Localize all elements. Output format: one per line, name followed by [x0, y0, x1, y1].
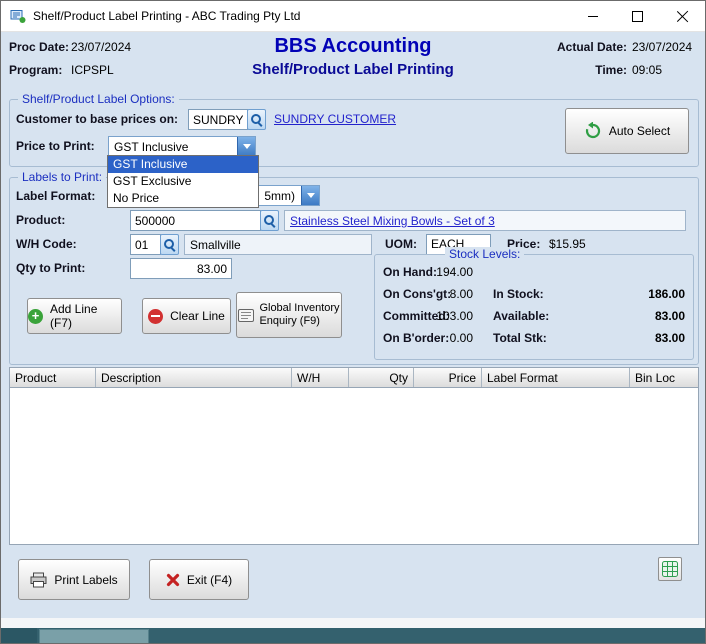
column-header-wh: W/H	[292, 368, 349, 387]
print-labels-label: Print Labels	[54, 573, 117, 587]
minimize-icon	[588, 16, 598, 17]
product-name-box: Stainless Steel Mixing Bowls - Set of 3	[284, 210, 686, 231]
column-header-price: Price	[414, 368, 482, 387]
exit-button[interactable]: Exit (F4)	[149, 559, 249, 600]
in-stock-value: 186.00	[613, 287, 685, 301]
price-option-no-price[interactable]: No Price	[108, 190, 258, 207]
stock-levels-group: Stock Levels: On Hand: 194.00 On Cons'gt…	[374, 254, 694, 360]
price-combo-arrow-button[interactable]	[237, 137, 255, 156]
title-bar: Shelf/Product Label Printing - ABC Tradi…	[1, 1, 705, 32]
search-icon	[250, 113, 263, 126]
time-value: 09:05	[632, 63, 662, 77]
chevron-down-icon	[307, 193, 315, 198]
qty-to-print-input[interactable]	[130, 258, 232, 279]
committed-value: 103.00	[415, 309, 473, 323]
product-label: Product:	[16, 213, 65, 227]
app-window: Shelf/Product Label Printing - ABC Tradi…	[0, 0, 706, 644]
printer-icon	[30, 572, 47, 588]
price-dropdown-list: GST Inclusive GST Exclusive No Price	[107, 155, 259, 208]
column-header-bin-loc: Bin Loc	[630, 368, 698, 387]
global-inventory-label-line2: Enquiry (F9)	[259, 315, 339, 328]
window-title: Shelf/Product Label Printing - ABC Tradi…	[33, 9, 300, 23]
price-to-print-value: GST Inclusive	[114, 140, 188, 154]
customer-code-input[interactable]	[188, 109, 248, 130]
excel-export-button[interactable]	[658, 557, 682, 581]
lines-table-header: Product Description W/H Qty Price Label …	[9, 367, 699, 388]
actual-date-label: Actual Date:	[541, 40, 627, 54]
wh-lookup-button[interactable]	[160, 234, 179, 255]
in-stock-label: In Stock:	[493, 287, 544, 301]
product-lookup-button[interactable]	[260, 210, 279, 231]
customer-name-link[interactable]: SUNDRY CUSTOMER	[274, 112, 396, 126]
price-to-print-label: Price to Print:	[16, 139, 95, 153]
global-inventory-label: Global Inventory Enquiry (F9)	[259, 302, 339, 328]
label-format-combo-arrow-button[interactable]	[301, 186, 319, 205]
auto-select-icon	[584, 122, 602, 140]
price-to-print-combo[interactable]: GST Inclusive	[108, 136, 256, 157]
available-label: Available:	[493, 309, 549, 323]
options-group-title: Shelf/Product Label Options:	[18, 92, 179, 106]
search-icon	[263, 214, 276, 227]
total-stk-label: Total Stk:	[493, 331, 547, 345]
product-name-link[interactable]: Stainless Steel Mixing Bowls - Set of 3	[290, 214, 495, 228]
auto-select-label: Auto Select	[609, 124, 670, 138]
window-controls	[570, 1, 705, 31]
add-line-button[interactable]: + Add Line (F7)	[27, 298, 122, 334]
on-hand-value: 194.00	[415, 265, 473, 279]
taskbar-start-area[interactable]	[1, 628, 37, 644]
time-label: Time:	[541, 63, 627, 77]
app-icon	[10, 8, 26, 24]
labels-group-title: Labels to Print:	[18, 170, 106, 184]
column-header-description: Description	[96, 368, 292, 387]
maximize-icon	[632, 11, 643, 22]
wh-code-label: W/H Code:	[16, 237, 77, 251]
unit-price-value: $15.95	[549, 237, 586, 251]
plus-icon: +	[28, 309, 43, 324]
stock-levels-title: Stock Levels:	[445, 247, 524, 261]
add-line-label: Add Line (F7)	[50, 302, 121, 330]
global-inventory-label-line1: Global Inventory	[259, 302, 339, 315]
global-inventory-button[interactable]: Global Inventory Enquiry (F9)	[236, 292, 342, 338]
search-icon	[163, 238, 176, 251]
window-bottom-edge	[1, 618, 706, 628]
price-option-gst-inclusive[interactable]: GST Inclusive	[108, 156, 258, 173]
label-format-label: Label Format:	[16, 189, 95, 203]
available-value: 83.00	[613, 309, 685, 323]
customer-label: Customer to base prices on:	[16, 112, 178, 126]
print-labels-button[interactable]: Print Labels	[18, 559, 130, 600]
qty-to-print-label: Qty to Print:	[16, 261, 85, 275]
total-stk-value: 83.00	[613, 331, 685, 345]
price-option-gst-exclusive[interactable]: GST Exclusive	[108, 173, 258, 190]
close-button[interactable]	[660, 1, 705, 31]
wh-code-input[interactable]	[130, 234, 161, 255]
actual-date-value: 23/07/2024	[632, 40, 692, 54]
red-x-icon	[166, 573, 180, 587]
wh-name-box: Smallville	[184, 234, 372, 255]
column-header-qty: Qty	[349, 368, 414, 387]
on-border-value: 0.00	[415, 331, 473, 345]
column-header-label-format: Label Format	[482, 368, 630, 387]
uom-label: UOM:	[385, 237, 417, 251]
product-code-input[interactable]	[130, 210, 261, 231]
inventory-grid-icon	[238, 309, 254, 322]
clear-icon	[148, 309, 163, 324]
lines-table-body	[9, 388, 699, 545]
on-consgt-value: 8.00	[415, 287, 473, 301]
spreadsheet-icon	[662, 561, 678, 577]
maximize-button[interactable]	[615, 1, 660, 31]
column-header-product: Product	[10, 368, 96, 387]
close-icon	[677, 10, 689, 22]
taskbar	[1, 628, 706, 644]
customer-lookup-button[interactable]	[247, 109, 266, 130]
auto-select-button[interactable]: Auto Select	[565, 108, 689, 154]
minimize-button[interactable]	[570, 1, 615, 31]
exit-label: Exit (F4)	[187, 573, 232, 587]
clear-line-button[interactable]: Clear Line	[142, 298, 231, 334]
clear-line-label: Clear Line	[170, 309, 225, 323]
chevron-down-icon	[243, 144, 251, 149]
taskbar-app-button[interactable]	[39, 629, 149, 644]
label-format-value: 5mm)	[264, 189, 295, 203]
